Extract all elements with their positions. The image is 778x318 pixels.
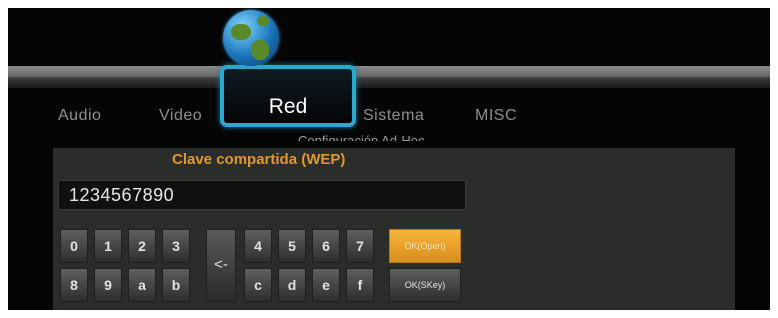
key-0[interactable]: 0 bbox=[60, 229, 88, 263]
key-1[interactable]: 1 bbox=[94, 229, 122, 263]
globe-icon bbox=[223, 10, 279, 66]
key-8[interactable]: 8 bbox=[60, 268, 88, 302]
tab-audio[interactable]: Audio bbox=[58, 107, 101, 125]
key-7[interactable]: 7 bbox=[346, 229, 374, 263]
key-6[interactable]: 6 bbox=[312, 229, 340, 263]
tab-misc[interactable]: MISC bbox=[475, 107, 517, 125]
tab-sistema[interactable]: Sistema bbox=[363, 107, 424, 125]
key-e[interactable]: e bbox=[312, 268, 340, 302]
menu-bar bbox=[8, 66, 770, 88]
tab-red-label: Red bbox=[268, 95, 308, 118]
section-subtitle: Configuración Ad-Hoc bbox=[298, 133, 425, 141]
key-d[interactable]: d bbox=[278, 268, 306, 302]
key-f[interactable]: f bbox=[346, 268, 374, 302]
backspace-key[interactable]: <- bbox=[206, 229, 236, 302]
wep-key-input[interactable]: 1234567890 bbox=[58, 180, 466, 210]
key-c[interactable]: c bbox=[244, 268, 272, 302]
ok-open-button[interactable]: OK(Open) bbox=[389, 229, 461, 263]
key-4[interactable]: 4 bbox=[244, 229, 272, 263]
key-3[interactable]: 3 bbox=[162, 229, 190, 263]
key-2[interactable]: 2 bbox=[128, 229, 156, 263]
key-b[interactable]: b bbox=[162, 268, 190, 302]
tab-video[interactable]: Video bbox=[159, 107, 202, 125]
ok-skey-button[interactable]: OK(SKey) bbox=[389, 268, 461, 302]
dialog-title: Clave compartida (WEP) bbox=[172, 151, 346, 168]
key-a[interactable]: a bbox=[128, 268, 156, 302]
key-5[interactable]: 5 bbox=[278, 229, 306, 263]
key-9[interactable]: 9 bbox=[94, 268, 122, 302]
tv-settings-screen: Audio Video Red Sistema MISC Configuraci… bbox=[8, 8, 770, 310]
tab-red[interactable]: Red bbox=[220, 65, 356, 127]
